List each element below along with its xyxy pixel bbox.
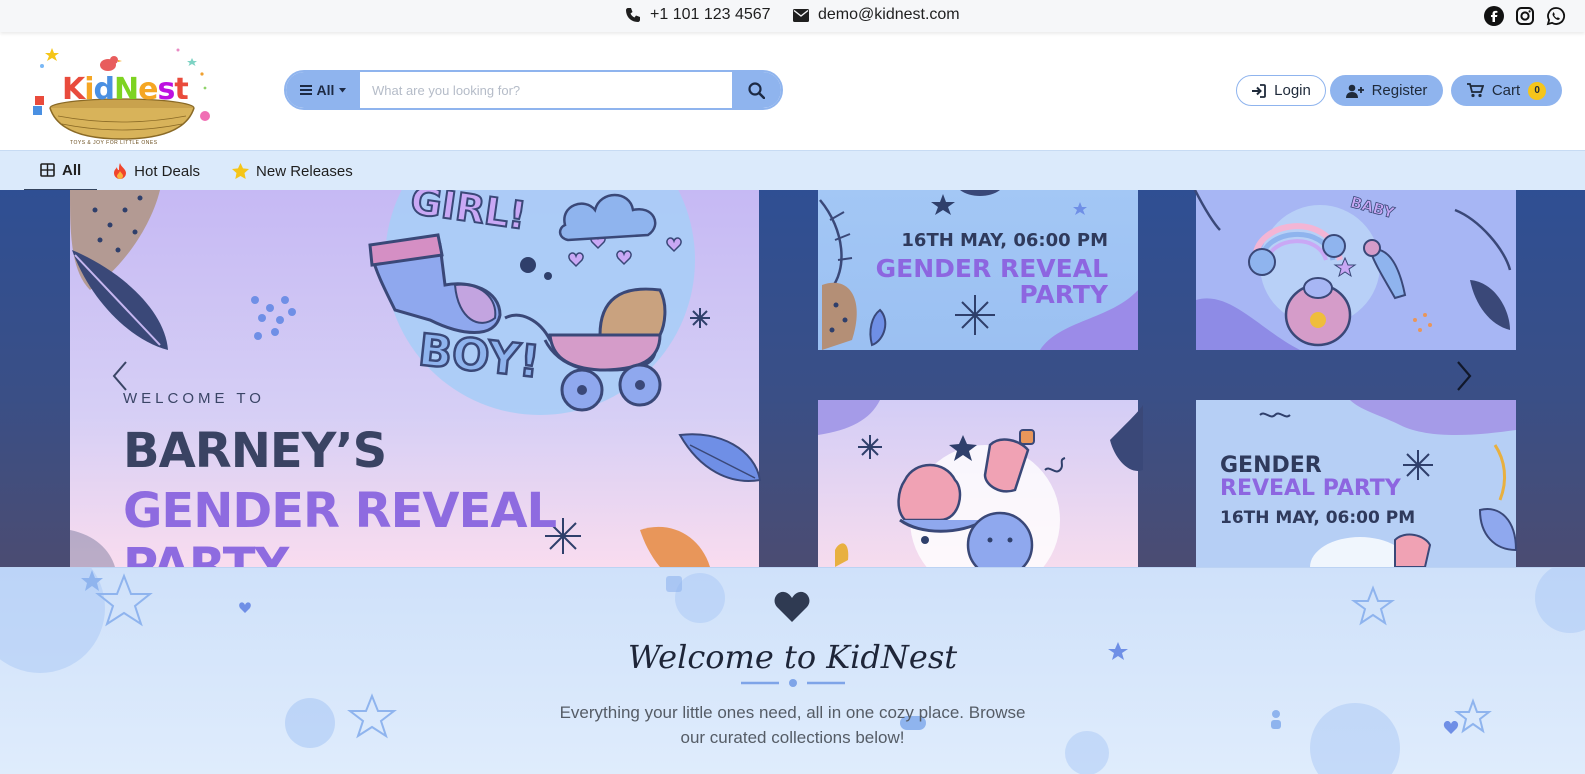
- welcome-title: Welcome to KidNest: [627, 638, 958, 676]
- card4-title-line2: REVEAL PARTY: [1220, 476, 1402, 501]
- user-plus-icon: [1345, 84, 1364, 98]
- phone-number: +1 101 123 4567: [650, 6, 771, 23]
- welcome-description: Everything your little ones need, all in…: [559, 703, 1026, 747]
- login-button[interactable]: Login: [1236, 75, 1326, 106]
- email-address: demo@kidnest.com: [818, 6, 960, 23]
- whatsapp-icon[interactable]: [1545, 5, 1566, 26]
- cart-label: Cart: [1491, 82, 1521, 99]
- title-divider: [741, 679, 845, 687]
- phone-icon: [626, 8, 640, 22]
- register-button[interactable]: Register: [1330, 75, 1443, 106]
- email-contact[interactable]: demo@kidnest.com: [793, 6, 960, 24]
- social-links: [1483, 5, 1566, 26]
- hero-carousel: GIRL! BOY! 16TH MAY, 06:00 PM GENDER REV…: [0, 190, 1585, 567]
- nav-label-hot-deals: Hot Deals: [134, 162, 201, 180]
- nav-label-all: All: [62, 161, 82, 179]
- hero-title-line1: BARNEY’S: [123, 423, 387, 479]
- facebook-icon[interactable]: [1483, 5, 1504, 26]
- cart-count-badge: 0: [1528, 81, 1547, 100]
- cart-icon: [1466, 83, 1484, 98]
- category-nav: All Hot Deals New Releases: [0, 150, 1585, 191]
- login-label: Login: [1274, 82, 1311, 99]
- carousel-next-button[interactable]: [1452, 358, 1476, 394]
- logo-tagline: TOYS & JOY FOR LITTLE ONES: [70, 140, 158, 146]
- search-bar: All: [284, 70, 783, 110]
- phone-contact[interactable]: +1 101 123 4567: [625, 6, 771, 24]
- card1-date: 16TH MAY, 06:00 PM: [901, 230, 1108, 251]
- carousel-prev-button[interactable]: [108, 358, 132, 394]
- top-bar: +1 101 123 4567 demo@kidnest.com: [0, 0, 1585, 32]
- kidnest-logo[interactable]: KidNest TOYS & JOY FOR LITTLE ONES: [30, 44, 215, 146]
- logo-wordmark: KidNest: [62, 72, 189, 107]
- sign-in-icon: [1252, 83, 1267, 98]
- nav-label-new-releases: New Releases: [256, 162, 353, 180]
- card1-title-line1: GENDER REVEAL: [876, 254, 1108, 283]
- card4-date: 16TH MAY, 06:00 PM: [1220, 508, 1415, 528]
- caret-down-icon: [339, 87, 347, 92]
- card4-title-line1: GENDER: [1220, 453, 1322, 478]
- hero-title-line3: PARTY: [123, 538, 289, 567]
- grid-icon: [40, 163, 55, 177]
- fire-icon: [114, 163, 127, 179]
- card1-title-line2: PARTY: [1019, 280, 1109, 309]
- chevron-left-icon: [112, 361, 127, 391]
- cart-button[interactable]: Cart 0: [1451, 75, 1562, 106]
- hero-title-line2: GENDER REVEAL: [123, 483, 557, 539]
- welcome-section: Welcome to KidNest Everything your littl…: [0, 567, 1585, 774]
- instagram-icon[interactable]: [1514, 5, 1535, 26]
- nav-item-new-releases[interactable]: New Releases: [216, 151, 369, 191]
- search-button[interactable]: [732, 72, 781, 108]
- menu-icon: [299, 85, 312, 95]
- category-label: All: [316, 82, 335, 98]
- chevron-right-icon: [1457, 361, 1472, 391]
- category-dropdown[interactable]: All: [286, 72, 360, 108]
- hero-welcome-to: WELCOME TO: [123, 390, 265, 407]
- envelope-icon: [793, 8, 809, 22]
- site-header: KidNest TOYS & JOY FOR LITTLE ONES All L…: [0, 32, 1585, 150]
- nav-item-all[interactable]: All: [24, 151, 98, 191]
- nav-item-hot-deals[interactable]: Hot Deals: [97, 151, 216, 191]
- search-input[interactable]: [360, 72, 732, 108]
- heart-icon: [774, 591, 810, 622]
- register-label: Register: [1371, 82, 1428, 99]
- search-icon: [748, 81, 765, 99]
- star-icon: [232, 163, 250, 179]
